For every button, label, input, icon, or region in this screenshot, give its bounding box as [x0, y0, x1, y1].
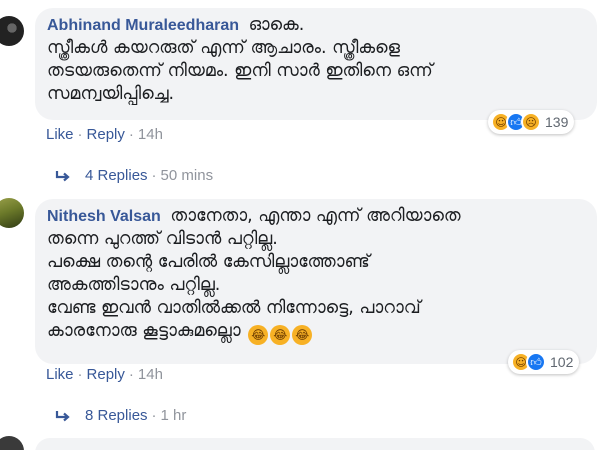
view-replies[interactable]: 4 Replies · 50 mins: [55, 167, 213, 184]
sad-reaction-icon: ☹: [521, 112, 541, 132]
replies-count-link[interactable]: 8 Replies: [85, 407, 148, 424]
reply-arrow-icon: [55, 411, 70, 422]
avatar[interactable]: [0, 436, 24, 450]
reactions-summary[interactable]: ☺ 👍︎ ☹ 139: [488, 110, 575, 134]
reaction-count: 102: [550, 354, 574, 370]
view-replies[interactable]: 8 Replies · 1 hr: [55, 407, 186, 424]
comment-author[interactable]: Nithesh Valsan: [47, 208, 161, 225]
laughing-emoji-icon: 😂: [270, 325, 291, 345]
comment-bubble: Abhinand Muraleedharan ഓകെ. സ്ത്രീകൾ കയറ…: [35, 8, 597, 120]
replies-time: 1 hr: [160, 407, 187, 424]
replies-count-link[interactable]: 4 Replies: [85, 167, 148, 184]
avatar[interactable]: [0, 198, 24, 228]
laughing-emoji-icon: 😂: [248, 325, 269, 345]
comment-actions: Like · Reply · 14h: [46, 126, 163, 143]
reply-arrow-icon: [55, 171, 70, 182]
comment-author[interactable]: Abhinand Muraleedharan: [47, 17, 239, 34]
comment-timestamp[interactable]: 14h: [138, 366, 163, 383]
comment-bubble: Nithesh Valsan താനേതാ, എന്താ എന്ന് അറിയാ…: [35, 199, 597, 364]
comment-bubble: [35, 438, 595, 450]
like-link[interactable]: Like: [46, 366, 74, 383]
reactions-summary[interactable]: ☺ 👍︎ 102: [508, 350, 580, 374]
comment-text-block: Abhinand Muraleedharan ഓകെ. സ്ത്രീകൾ കയറ…: [47, 14, 583, 106]
avatar[interactable]: [0, 16, 24, 46]
comment-timestamp[interactable]: 14h: [138, 126, 163, 143]
laughing-emoji-icon: 😂: [292, 325, 313, 345]
like-link[interactable]: Like: [46, 126, 74, 143]
separator-dot: ·: [77, 366, 83, 383]
separator-dot: ·: [151, 167, 157, 184]
separator-dot: ·: [128, 366, 134, 383]
separator-dot: ·: [151, 407, 157, 424]
like-reaction-icon: 👍︎: [526, 352, 546, 372]
reaction-count: 139: [545, 114, 569, 130]
reply-link[interactable]: Reply: [87, 126, 125, 143]
reply-link[interactable]: Reply: [87, 366, 125, 383]
comment-text-block: Nithesh Valsan താനേതാ, എന്താ എന്ന് അറിയാ…: [47, 205, 583, 345]
separator-dot: ·: [128, 126, 134, 143]
separator-dot: ·: [77, 126, 83, 143]
comment-actions: Like · Reply · 14h: [46, 366, 163, 383]
replies-time: 50 mins: [160, 167, 214, 184]
comment-body: താനേതാ, എന്താ എന്ന് അറിയാതെ തന്നെ പുറത്ത…: [47, 206, 461, 341]
